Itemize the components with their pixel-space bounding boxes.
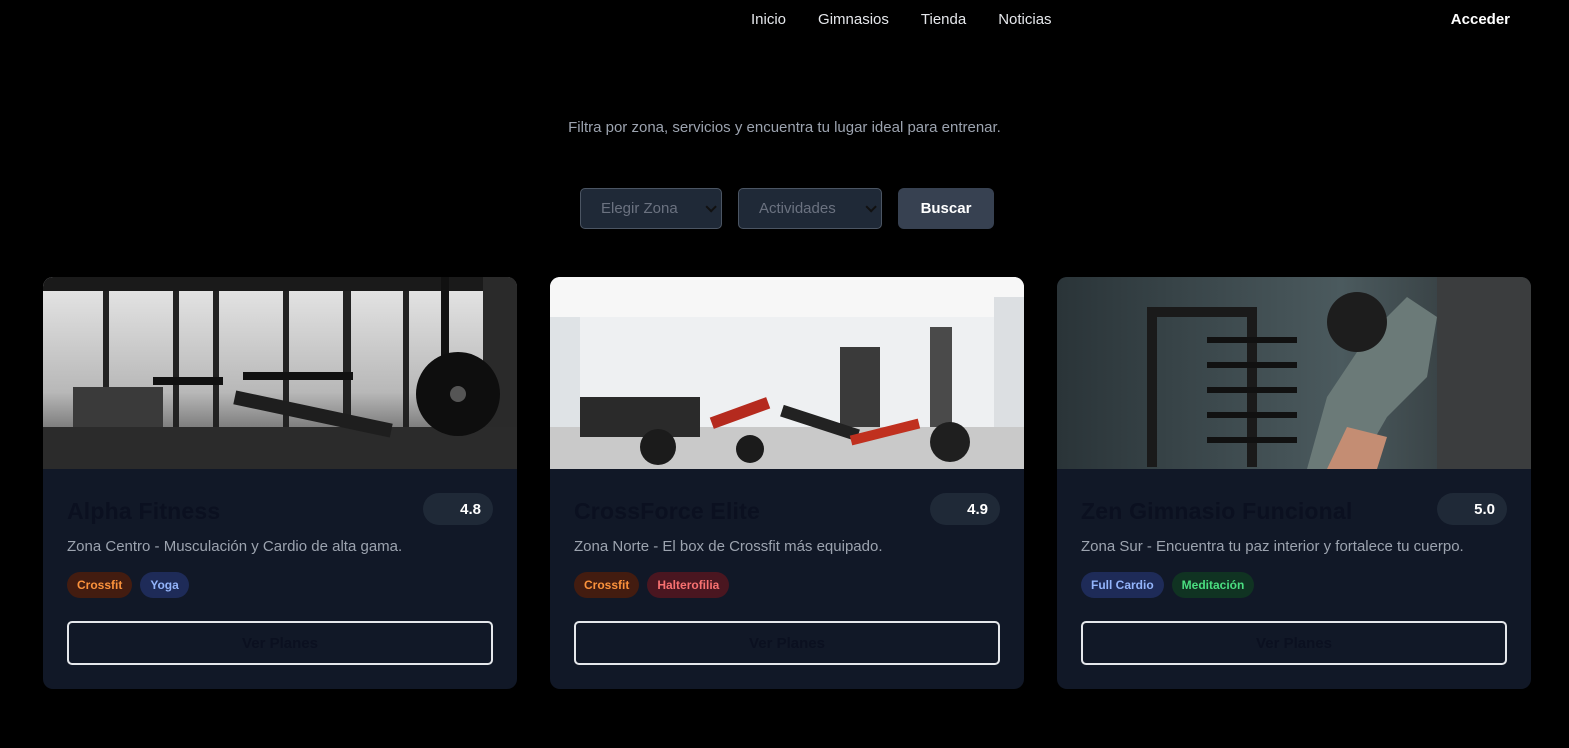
gym-photo-alpha-fitness: [43, 277, 517, 469]
tag-crossfit: Crossfit: [574, 572, 640, 598]
rating-badge: 5.0: [1437, 493, 1507, 525]
nav-link-tienda[interactable]: Tienda: [921, 11, 966, 28]
gym-card-zen-gimnasio-funcional: Zen Gimnasio Funcional 5.0 Zona Sur - En…: [1057, 277, 1531, 689]
gym-description: Zona Sur - Encuentra tu paz interior y f…: [1081, 538, 1464, 555]
view-plans-button[interactable]: Ver Planes: [67, 621, 493, 665]
chevron-down-icon: [705, 200, 717, 213]
search-button[interactable]: Buscar: [898, 188, 994, 229]
view-plans-button[interactable]: Ver Planes: [1081, 621, 1507, 665]
gym-photo-zen-gimnasio-funcional: [1057, 277, 1531, 469]
gym-cards: Alpha Fitness 4.8 Zona Centro - Musculac…: [43, 277, 1531, 689]
gym-description: Zona Centro - Musculación y Cardio de al…: [67, 538, 403, 555]
gym-card-body: Alpha Fitness 4.8 Zona Centro - Musculac…: [43, 469, 517, 689]
gym-card-crossforce-elite: CrossForce Elite 4.9 Zona Norte - El box…: [550, 277, 1024, 689]
nav-link-noticias[interactable]: Noticias: [998, 11, 1051, 28]
zone-select[interactable]: Elegir Zona: [580, 188, 722, 229]
nav-link-inicio[interactable]: Inicio: [751, 11, 786, 28]
tag-crossfit: Crossfit: [67, 572, 133, 598]
rating-badge: 4.8: [423, 493, 493, 525]
nav-link-gimnasios[interactable]: Gimnasios: [818, 11, 889, 28]
tag-full-cardio: Full Cardio: [1081, 572, 1164, 598]
chevron-down-icon: [865, 200, 877, 213]
top-navbar: Inicio Gimnasios Tienda Noticias Acceder: [0, 0, 1569, 40]
gym-card-alpha-fitness: Alpha Fitness 4.8 Zona Centro - Musculac…: [43, 277, 517, 689]
tag-meditacion: Meditación: [1171, 572, 1255, 598]
gym-name: CrossForce Elite: [574, 498, 760, 524]
tag-halterofilia: Halterofilia: [647, 572, 730, 598]
gym-photo-crossforce-elite: [550, 277, 1024, 469]
nav-links: Inicio Gimnasios Tienda Noticias: [751, 11, 1052, 28]
gym-name: Zen Gimnasio Funcional: [1081, 498, 1353, 524]
gym-card-body: CrossForce Elite 4.9 Zona Norte - El box…: [550, 469, 1024, 689]
activities-select[interactable]: Actividades: [738, 188, 882, 229]
view-plans-button[interactable]: Ver Planes: [574, 621, 1000, 665]
gym-tags: Crossfit Halterofilia: [574, 572, 730, 598]
zone-select-value: Elegir Zona: [601, 200, 678, 217]
gym-card-body: Zen Gimnasio Funcional 5.0 Zona Sur - En…: [1057, 469, 1531, 689]
gym-name: Alpha Fitness: [67, 498, 221, 524]
search-filters: Elegir Zona Actividades Buscar: [580, 188, 994, 229]
rating-badge: 4.9: [930, 493, 1000, 525]
login-link[interactable]: Acceder: [1451, 11, 1510, 28]
tag-yoga: Yoga: [140, 572, 189, 598]
gym-tags: Full Cardio Meditación: [1081, 572, 1255, 598]
gym-description: Zona Norte - El box de Crossfit más equi…: [574, 538, 883, 555]
activities-select-value: Actividades: [759, 200, 836, 217]
gym-tags: Crossfit Yoga: [67, 572, 189, 598]
hero-subtitle: Filtra por zona, servicios y encuentra t…: [568, 119, 1001, 136]
